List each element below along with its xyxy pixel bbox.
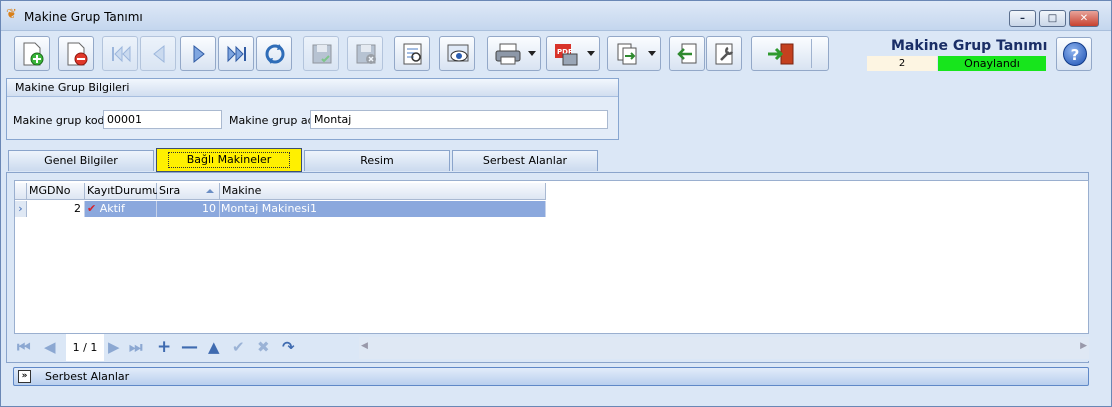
data-grid[interactable]: MGDNo KayıtDurumu Sıra Makine › 2 ✔ Akti… xyxy=(14,180,1089,334)
settings-button[interactable] xyxy=(706,36,742,71)
nav-cancel-icon[interactable]: ✖ xyxy=(257,340,270,355)
nav-remove-icon[interactable]: — xyxy=(181,339,198,356)
grid-navigator: ⏮ ◀ 1 / 1 ▶ ⏭ + — ▲ ✔ ✖ ↷ ◀ ▶ xyxy=(14,334,1089,361)
tab-serbest-alanlar[interactable]: Serbest Alanlar xyxy=(452,150,598,171)
save-button[interactable] xyxy=(303,36,339,71)
next-icon xyxy=(193,44,205,64)
form-header-title: Makine Grup Tanımı xyxy=(891,38,1048,54)
refresh-button[interactable] xyxy=(256,36,292,71)
cell-makine[interactable]: Montaj Makinesi1 xyxy=(220,201,546,217)
new-icon xyxy=(23,42,44,66)
report-icon xyxy=(403,43,422,65)
print-button[interactable] xyxy=(487,36,541,71)
status-badge: Onaylandı xyxy=(938,56,1046,71)
column-header-mgdno[interactable]: MGDNo xyxy=(27,183,85,200)
serbest-alanlar-label: Serbest Alanlar xyxy=(45,370,130,383)
close-button[interactable]: ✕ xyxy=(1069,10,1099,27)
cell-kayitdurumu[interactable]: ✔ Aktif xyxy=(85,201,157,217)
sort-ascending-icon xyxy=(206,189,214,193)
report-button[interactable] xyxy=(394,36,430,71)
record-position: 1 / 1 xyxy=(66,334,104,361)
copy-button[interactable] xyxy=(607,36,661,71)
export-pdf-button[interactable]: PDF xyxy=(546,36,600,71)
chevron-down-icon xyxy=(587,51,595,56)
copy-icon xyxy=(617,43,637,65)
tab-bagli-makineler[interactable]: Bağlı Makineler xyxy=(156,148,302,172)
group-info-title: Makine Grup Bilgileri xyxy=(7,79,618,97)
serbest-alanlar-expander[interactable]: » Serbest Alanlar xyxy=(13,367,1089,386)
wrench-icon xyxy=(715,43,734,65)
nav-add-icon[interactable]: + xyxy=(157,339,171,356)
first-icon xyxy=(112,45,131,63)
preview-icon xyxy=(447,44,469,62)
print-icon xyxy=(495,43,521,65)
scroll-left-icon[interactable]: ◀ xyxy=(361,341,368,351)
help-icon: ? xyxy=(1063,42,1087,66)
main-window: ❦ Makine Grup Tanımı – □ ✕ PDF Makine Gr… xyxy=(0,0,1112,407)
scroll-right-icon[interactable]: ▶ xyxy=(1080,341,1087,351)
expand-icon[interactable]: » xyxy=(18,370,31,383)
last-record-button[interactable] xyxy=(218,36,254,71)
tab-resim[interactable]: Resim xyxy=(304,150,450,171)
row-indicator-header xyxy=(15,183,27,200)
nav-first-icon[interactable]: ⏮ xyxy=(17,340,31,355)
cancel-save-icon xyxy=(356,44,376,64)
group-info-panel: Makine Grup Bilgileri Makine grup kodu 0… xyxy=(6,78,619,140)
first-record-button[interactable] xyxy=(102,36,138,71)
tab-label: Bağlı Makineler xyxy=(167,152,291,168)
prev-icon xyxy=(153,44,165,64)
title-bar: ❦ Makine Grup Tanımı – □ ✕ xyxy=(1,1,1111,31)
column-header-sira[interactable]: Sıra xyxy=(157,183,220,200)
last-icon xyxy=(227,45,246,63)
code-input[interactable]: 00001 xyxy=(103,110,222,129)
previous-record-button[interactable] xyxy=(140,36,176,71)
column-label: Sıra xyxy=(159,184,181,197)
exit-icon xyxy=(768,43,794,65)
nav-up-icon[interactable]: ▲ xyxy=(208,340,220,355)
pdf-icon: PDF xyxy=(555,44,578,66)
record-count: 2 xyxy=(867,56,937,71)
refresh-icon xyxy=(265,44,285,64)
new-record-button[interactable] xyxy=(14,36,50,71)
nav-refresh-icon[interactable]: ↷ xyxy=(282,340,295,355)
preview-button[interactable] xyxy=(439,36,475,71)
cancel-save-button[interactable] xyxy=(347,36,383,71)
nav-last-icon[interactable]: ⏭ xyxy=(129,340,143,355)
exit-button[interactable] xyxy=(751,36,829,71)
window-title: Makine Grup Tanımı xyxy=(24,10,143,24)
butterfly-app-icon: ❦ xyxy=(6,7,17,22)
import-icon xyxy=(677,43,697,64)
chevron-down-icon xyxy=(528,51,536,56)
minimize-button[interactable]: – xyxy=(1009,10,1036,27)
delete-icon xyxy=(67,42,88,66)
next-record-button[interactable] xyxy=(180,36,216,71)
code-label: Makine grup kodu xyxy=(13,114,112,127)
tab-genel-bilgiler[interactable]: Genel Bilgiler xyxy=(8,150,154,171)
column-header-kayitdurumu[interactable]: KayıtDurumu xyxy=(85,183,159,200)
nav-next-icon[interactable]: ▶ xyxy=(108,340,120,355)
horizontal-scrollbar[interactable]: ◀ ▶ xyxy=(359,337,1089,359)
current-row-icon: › xyxy=(15,201,27,217)
cell-sira[interactable]: 10 xyxy=(157,201,220,217)
help-button[interactable]: ? xyxy=(1056,37,1092,71)
maximize-button[interactable]: □ xyxy=(1039,10,1066,27)
nav-confirm-icon[interactable]: ✔ xyxy=(232,340,245,355)
import-button[interactable] xyxy=(669,36,705,71)
delete-record-button[interactable] xyxy=(58,36,94,71)
name-label: Makine grup adı xyxy=(229,114,318,127)
cell-mgdno[interactable]: 2 xyxy=(27,201,85,217)
nav-prev-icon[interactable]: ◀ xyxy=(44,340,56,355)
grid-panel: MGDNo KayıtDurumu Sıra Makine › 2 ✔ Akti… xyxy=(6,172,1089,363)
status-text: Aktif xyxy=(99,202,125,215)
checkmark-icon: ✔ xyxy=(87,202,97,215)
column-header-makine[interactable]: Makine xyxy=(220,183,546,200)
save-icon xyxy=(312,44,332,64)
name-input[interactable]: Montaj xyxy=(310,110,608,129)
chevron-down-icon xyxy=(648,51,656,56)
